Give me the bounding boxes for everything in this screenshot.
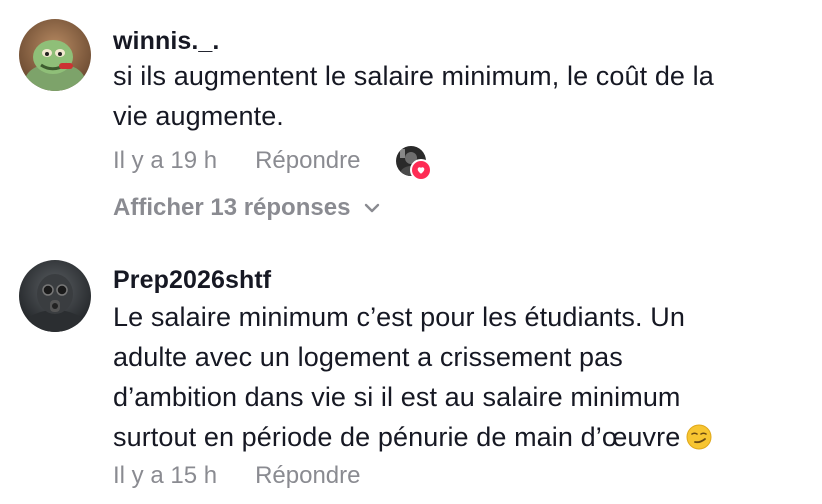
reply-button[interactable]: Répondre — [255, 147, 360, 175]
comment-text-last-line: surtout en période de pénurie de main d’… — [113, 417, 813, 461]
comment-timestamp: Il y a 15 h — [113, 462, 218, 489]
comment-text-line: si ils augmentent le salaire minimum, le… — [113, 61, 714, 91]
reply-button[interactable]: Répondre — [255, 462, 360, 490]
comment-username[interactable]: winnis._. — [113, 27, 219, 56]
comment-text: si ils augmentent le salaire minimum, le… — [113, 56, 813, 136]
comment-text-line: Le salaire minimum c’est pour les étudia… — [113, 302, 685, 332]
smirk-emoji — [686, 421, 712, 461]
comment-timestamp: Il y a 19 h — [113, 147, 218, 174]
avatar[interactable] — [19, 19, 91, 91]
comment-username[interactable]: Prep2026shtf — [113, 266, 271, 295]
comment-text: Le salaire minimum c’est pour les étudia… — [113, 297, 813, 461]
comment-meta: Il y a 15 h Répondre — [113, 462, 360, 490]
creator-liked-avatar — [396, 146, 432, 181]
chevron-down-icon — [364, 203, 380, 213]
view-replies-label: Afficher 13 réponses — [113, 194, 351, 221]
avatar[interactable] — [19, 260, 91, 332]
comment-text-line: vie augmente. — [113, 101, 284, 131]
heart-icon — [410, 159, 432, 181]
view-replies-button[interactable]: Afficher 13 réponses — [113, 194, 380, 222]
comment-meta: Il y a 19 h Répondre — [113, 147, 360, 175]
comment-text-line: surtout en période de pénurie de main d’… — [113, 422, 681, 452]
comment-text-line: d’ambition dans vie si il est au salaire… — [113, 382, 681, 412]
comment-text-line: adulte avec un logement a crissement pas — [113, 342, 623, 372]
